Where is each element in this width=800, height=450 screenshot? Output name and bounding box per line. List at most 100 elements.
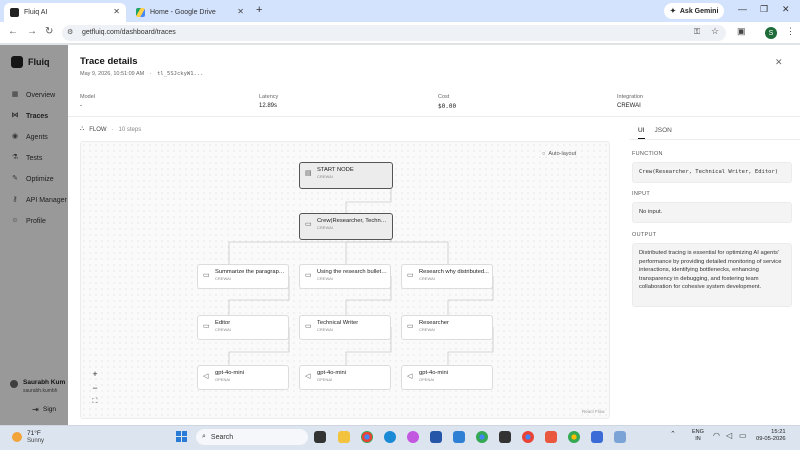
gemini-sparkle-icon: ✦ [670,8,676,15]
flow-node-agent[interactable]: ▭ Editor CREWAI [197,315,289,340]
react-flow-attribution[interactable]: React Flow [582,409,605,414]
folder-icon: ▭ [407,323,414,330]
folder-icon: ▭ [203,323,210,330]
tab-close-icon[interactable]: ✕ [237,7,244,16]
trace-details-drawer: Trace details May 9, 2026, 10:51:09 AM ·… [68,45,800,425]
weather-condition[interactable]: Sunny [27,438,44,444]
node-tag: CREWAI [215,327,231,332]
system-clock[interactable]: 15:21 09-05-2026 [756,429,786,443]
reload-icon[interactable]: ↻ [45,26,53,37]
weather-temp[interactable]: 71°F [27,430,41,437]
chrome-app-icon[interactable] [522,431,534,443]
claude-icon[interactable] [545,431,557,443]
llm-icon: ◁ [407,373,413,380]
latency-value: 12.89s [259,103,278,109]
modal-backdrop[interactable] [0,45,68,425]
auto-layout-icon: ○ [542,151,546,157]
copilot-icon[interactable] [407,431,419,443]
windows-start-icon[interactable] [176,431,188,443]
node-title: Researcher [419,320,449,326]
minimize-icon[interactable]: — [738,4,747,14]
node-icon: ▤ [305,170,312,177]
window-close-icon[interactable]: ✕ [782,4,790,15]
taskbar [0,425,800,450]
flow-canvas[interactable]: ▤ START NODE CREWAI ▭ Crew(Researcher, T… [80,141,610,419]
terminal-icon[interactable] [499,431,511,443]
folder-icon: ▭ [305,272,312,279]
back-icon[interactable]: ← [8,26,18,37]
node-tag: CREWAI [317,327,333,332]
forward-icon[interactable]: → [27,26,37,37]
trace-id[interactable]: tl_5SJckyW1... [157,71,203,77]
tray-overflow-icon[interactable]: ⌃ [670,430,676,438]
outlook-icon[interactable] [591,431,603,443]
ask-gemini-label: Ask Gemini [679,7,719,15]
flow-node-agent[interactable]: ▭ Technical Writer CREWAI [299,315,391,340]
folder-icon: ▭ [305,221,312,228]
chrome-profile-icon[interactable] [476,431,488,443]
browser-tab-fluiq[interactable]: Fluiq AI ✕ [4,3,126,22]
flow-node-llm[interactable]: ◁ gpt-4o-mini OPENAI [401,365,493,390]
url-text[interactable]: getfluiq.com/dashboard/traces [82,29,176,36]
flow-node-task[interactable]: ▭ Summarize the paragraph... CREWAI [197,264,289,289]
detail-tabs: UI JSON [638,127,672,139]
google-drive-icon [136,8,145,17]
node-tag: CREWAI [317,276,333,281]
integration-value: CREWAI [617,103,641,109]
auto-layout-button[interactable]: ○ Auto-layout [542,151,576,157]
output-label: OUTPUT [632,232,657,238]
store-icon[interactable] [430,431,442,443]
drawer-close-icon[interactable]: ✕ [775,57,783,68]
notepad-icon[interactable] [614,431,626,443]
edge-icon[interactable] [384,431,396,443]
tab-json[interactable]: JSON [655,127,672,139]
new-tab-button[interactable]: + [256,4,262,16]
file-explorer-icon[interactable] [338,431,350,443]
profile-avatar[interactable]: S [765,27,777,39]
flow-node-crew[interactable]: ▭ Crew(Researcher, Technical Writer, Edi… [299,213,393,240]
browser-tab-drive[interactable]: Home - Google Drive ✕ [130,3,250,22]
taskbar-search[interactable]: ⌕ Search [196,429,308,445]
zoom-in-button[interactable]: + [89,368,101,380]
task-view-icon[interactable] [314,431,326,443]
flow-node-start[interactable]: ▤ START NODE CREWAI [299,162,393,189]
flow-node-task[interactable]: ▭ Using the research bullet ... CREWAI [299,264,391,289]
chrome-beta-icon[interactable] [568,431,580,443]
tab-ui[interactable]: UI [638,127,645,139]
flow-icon: ⛬ [80,126,85,132]
folder-icon: ▭ [407,272,414,279]
zoom-out-button[interactable]: − [89,382,101,394]
fit-view-button[interactable]: ⛶ [89,396,101,408]
flow-node-llm[interactable]: ◁ gpt-4o-mini OPENAI [197,365,289,390]
llm-icon: ◁ [203,373,209,380]
wifi-icon[interactable]: ◠ [713,431,720,440]
flow-node-llm[interactable]: ◁ gpt-4o-mini OPENAI [299,365,391,390]
function-value: Crew(Researcher, Technical Writer, Edito… [632,162,792,183]
edge [390,225,449,264]
language-indicator[interactable]: ENG IN [692,429,704,443]
bookmark-star-icon[interactable]: ☆ [711,26,719,37]
flow-node-task[interactable]: ▭ Research why distributed... CREWAI [401,264,493,289]
vscode-icon[interactable] [453,431,465,443]
node-title: Summarize the paragraph... [215,269,285,275]
node-title: START NODE [317,167,354,173]
cost-value: $0.00 [438,103,457,110]
node-title: Using the research bullet ... [317,269,387,275]
site-info-icon[interactable]: ⚙ [67,28,73,36]
side-panel-icon[interactable]: ▣ [737,26,746,37]
ask-gemini-button[interactable]: ✦ Ask Gemini [664,3,725,19]
menu-kebab-icon[interactable]: ⋮ [786,26,795,37]
node-tag: CREWAI [419,276,435,281]
cost-label: Cost [438,94,450,100]
integration-label: Integration [617,94,643,100]
chrome-icon[interactable] [361,431,373,443]
flow-node-agent[interactable]: ▭ Researcher CREWAI [401,315,493,340]
password-key-icon[interactable]: ⚿ [694,27,700,37]
restore-icon[interactable]: ❐ [760,4,768,15]
divider [630,139,800,140]
battery-icon[interactable]: ▭ [739,431,747,440]
volume-icon[interactable]: ◁ [726,431,732,440]
search-icon: ⌕ [202,433,206,440]
sun-weather-icon[interactable] [12,432,22,442]
tab-close-icon[interactable]: ✕ [113,7,120,16]
